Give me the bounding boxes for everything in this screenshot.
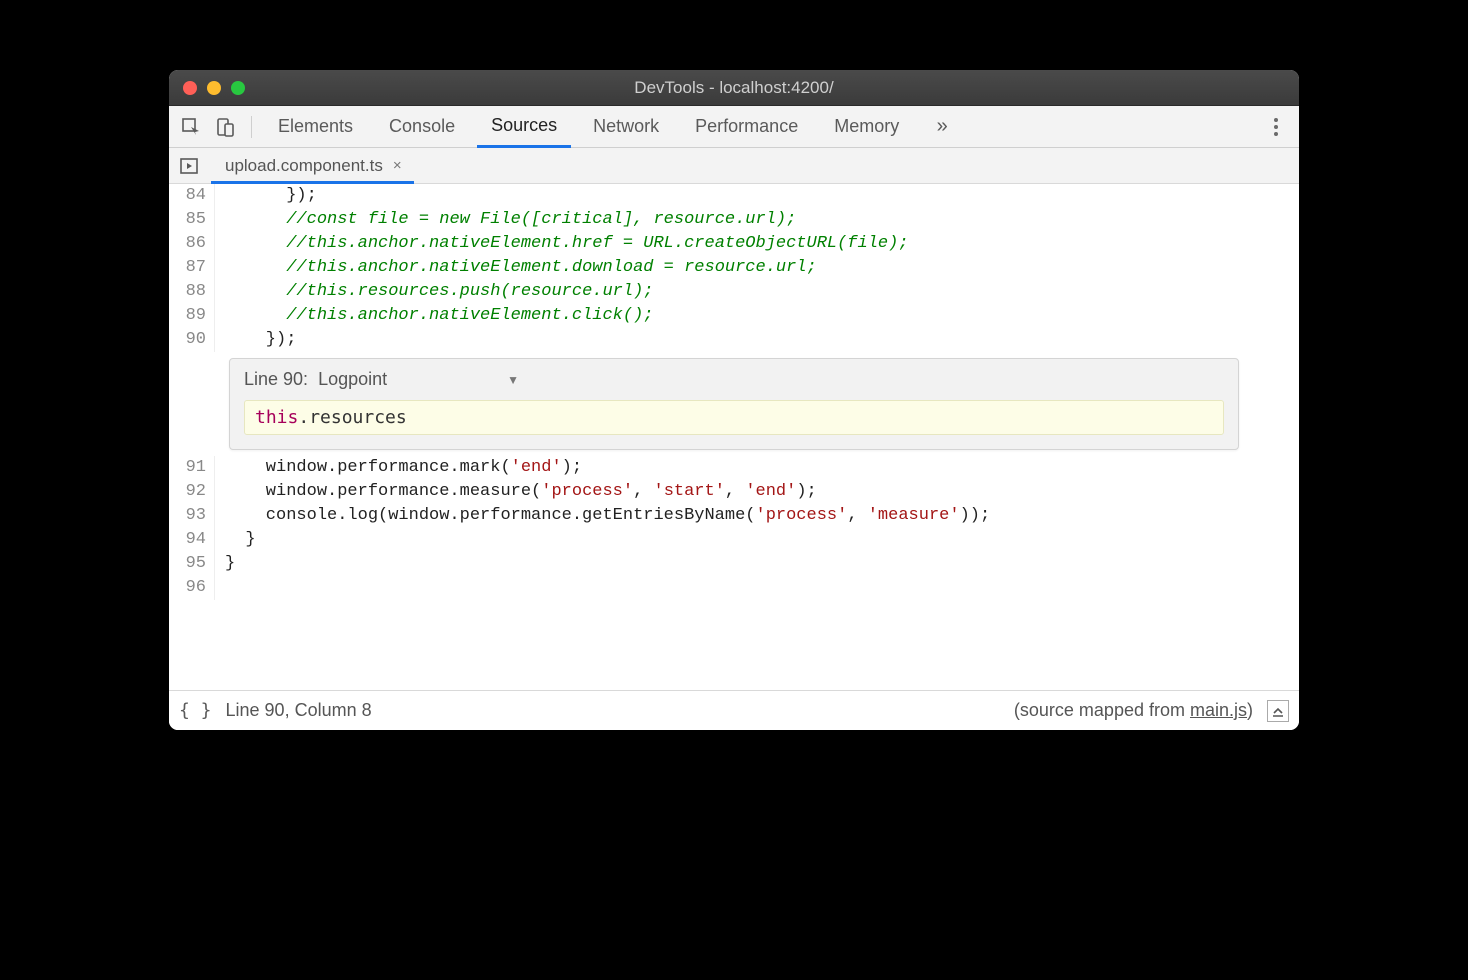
code-content[interactable]: //this.anchor.nativeElement.download = r… [215, 256, 1299, 280]
code-line[interactable]: 87 //this.anchor.nativeElement.download … [169, 256, 1299, 280]
code-content[interactable]: //this.resources.push(resource.url); [215, 280, 1299, 304]
line-number[interactable]: 87 [169, 256, 215, 280]
tab-performance[interactable]: Performance [681, 106, 812, 148]
code-content[interactable]: } [215, 528, 1299, 552]
panel-tabs: ElementsConsoleSourcesNetworkPerformance… [264, 106, 913, 148]
logpoint-expression-input[interactable]: this.resources [244, 400, 1224, 435]
tab-network[interactable]: Network [579, 106, 673, 148]
line-number[interactable]: 90 [169, 328, 215, 352]
code-editor[interactable]: 84 });85 //const file = new File([critic… [169, 184, 1299, 690]
more-tabs-button[interactable]: » [927, 115, 957, 138]
code-line[interactable]: 94 } [169, 528, 1299, 552]
minimize-window-button[interactable] [207, 81, 221, 95]
chevron-down-icon: ▼ [507, 373, 519, 387]
source-map-link[interactable]: main.js [1190, 700, 1247, 720]
file-tab-bar: upload.component.ts × [169, 148, 1299, 184]
code-line[interactable]: 96 [169, 576, 1299, 600]
line-number[interactable]: 91 [169, 456, 215, 480]
code-content[interactable]: console.log(window.performance.getEntrie… [215, 504, 1299, 528]
code-line[interactable]: 92 window.performance.measure('process',… [169, 480, 1299, 504]
tab-console[interactable]: Console [375, 106, 469, 148]
code-content[interactable]: //this.anchor.nativeElement.href = URL.c… [215, 232, 1299, 256]
logpoint-line-label: Line 90: [244, 369, 308, 390]
settings-menu-button[interactable] [1261, 112, 1291, 142]
show-navigator-icon[interactable] [175, 152, 203, 180]
code-line[interactable]: 88 //this.resources.push(resource.url); [169, 280, 1299, 304]
line-number[interactable]: 89 [169, 304, 215, 328]
code-content[interactable] [215, 576, 1299, 600]
code-content[interactable]: } [215, 552, 1299, 576]
line-number[interactable]: 86 [169, 232, 215, 256]
show-drawer-icon[interactable] [1267, 700, 1289, 722]
line-number[interactable]: 93 [169, 504, 215, 528]
line-number[interactable]: 92 [169, 480, 215, 504]
line-number[interactable]: 96 [169, 576, 215, 600]
code-line[interactable]: 93 console.log(window.performance.getEnt… [169, 504, 1299, 528]
tab-memory[interactable]: Memory [820, 106, 913, 148]
cursor-position: Line 90, Column 8 [226, 700, 372, 721]
code-content[interactable]: window.performance.measure('process', 's… [215, 480, 1299, 504]
devtools-window: DevTools - localhost:4200/ ElementsConso… [169, 70, 1299, 730]
tab-elements[interactable]: Elements [264, 106, 367, 148]
file-tab-upload-component[interactable]: upload.component.ts × [211, 148, 414, 184]
logpoint-panel: Line 90: Logpoint ▼ this.resources [229, 358, 1239, 450]
code-content[interactable]: //const file = new File([critical], reso… [215, 208, 1299, 232]
file-tab-label: upload.component.ts [225, 156, 383, 176]
main-toolbar: ElementsConsoleSourcesNetworkPerformance… [169, 106, 1299, 148]
tab-sources[interactable]: Sources [477, 106, 571, 148]
close-window-button[interactable] [183, 81, 197, 95]
line-number[interactable]: 84 [169, 184, 215, 208]
close-file-tab-icon[interactable]: × [393, 157, 402, 174]
code-line[interactable]: 86 //this.anchor.nativeElement.href = UR… [169, 232, 1299, 256]
code-content[interactable]: }); [215, 184, 1299, 208]
code-line[interactable]: 91 window.performance.mark('end'); [169, 456, 1299, 480]
device-toolbar-icon[interactable] [211, 113, 239, 141]
status-bar: { } Line 90, Column 8 (source mapped fro… [169, 690, 1299, 730]
code-line[interactable]: 89 //this.anchor.nativeElement.click(); [169, 304, 1299, 328]
breakpoint-type-label: Logpoint [318, 369, 387, 390]
code-line[interactable]: 85 //const file = new File([critical], r… [169, 208, 1299, 232]
code-content[interactable]: //this.anchor.nativeElement.click(); [215, 304, 1299, 328]
pretty-print-icon[interactable]: { } [179, 700, 212, 721]
line-number[interactable]: 88 [169, 280, 215, 304]
line-number[interactable]: 85 [169, 208, 215, 232]
traffic-lights [183, 81, 245, 95]
code-content[interactable]: }); [215, 328, 1299, 352]
code-line[interactable]: 90 }); [169, 328, 1299, 352]
code-content[interactable]: window.performance.mark('end'); [215, 456, 1299, 480]
toolbar-separator [251, 116, 252, 138]
inspect-element-icon[interactable] [177, 113, 205, 141]
titlebar: DevTools - localhost:4200/ [169, 70, 1299, 106]
maximize-window-button[interactable] [231, 81, 245, 95]
line-number[interactable]: 95 [169, 552, 215, 576]
code-line[interactable]: 95} [169, 552, 1299, 576]
window-title: DevTools - localhost:4200/ [169, 78, 1299, 98]
code-line[interactable]: 84 }); [169, 184, 1299, 208]
breakpoint-type-selector[interactable]: Logpoint ▼ [318, 369, 519, 390]
source-mapped-label: (source mapped from main.js) [1014, 700, 1253, 721]
line-number[interactable]: 94 [169, 528, 215, 552]
